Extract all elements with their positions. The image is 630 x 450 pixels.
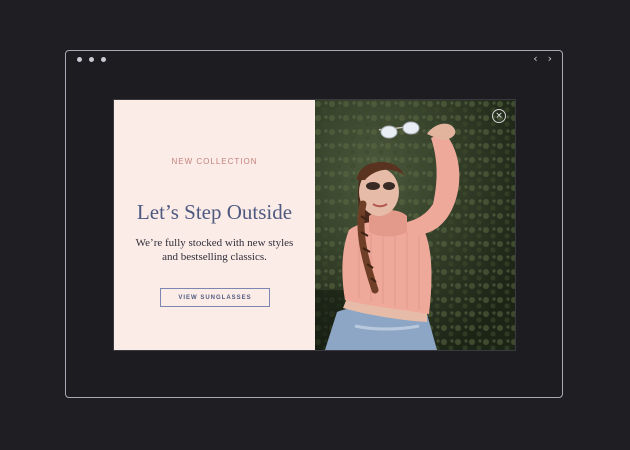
woman-in-sunglasses-photo	[315, 100, 515, 350]
window-navigation: ‹ ›	[533, 52, 552, 66]
close-icon[interactable]: ×	[492, 109, 506, 123]
popup-body-line-1: We’re fully stocked with new styles	[135, 237, 294, 249]
popup-body: We’re fully stocked with new styles and …	[124, 236, 305, 264]
promo-text-panel: NEW COLLECTION Let’s Step Outside We’re …	[114, 100, 315, 350]
chevron-left-icon[interactable]: ‹	[533, 52, 537, 66]
view-sunglasses-button[interactable]: VIEW SUNGLASSES	[160, 288, 270, 307]
eyebrow-label: NEW COLLECTION	[171, 157, 258, 166]
chevron-right-icon[interactable]: ›	[548, 52, 552, 66]
window-dot-2[interactable]	[89, 57, 94, 62]
promo-image: ×	[315, 100, 515, 350]
popup-body-line-2: and bestselling classics.	[162, 251, 267, 263]
window-dot-3[interactable]	[101, 57, 106, 62]
popup-headline: Let’s Step Outside	[136, 200, 293, 224]
window-controls	[77, 57, 106, 62]
promo-popup: NEW COLLECTION Let’s Step Outside We’re …	[114, 100, 515, 350]
window-dot-1[interactable]	[77, 57, 82, 62]
